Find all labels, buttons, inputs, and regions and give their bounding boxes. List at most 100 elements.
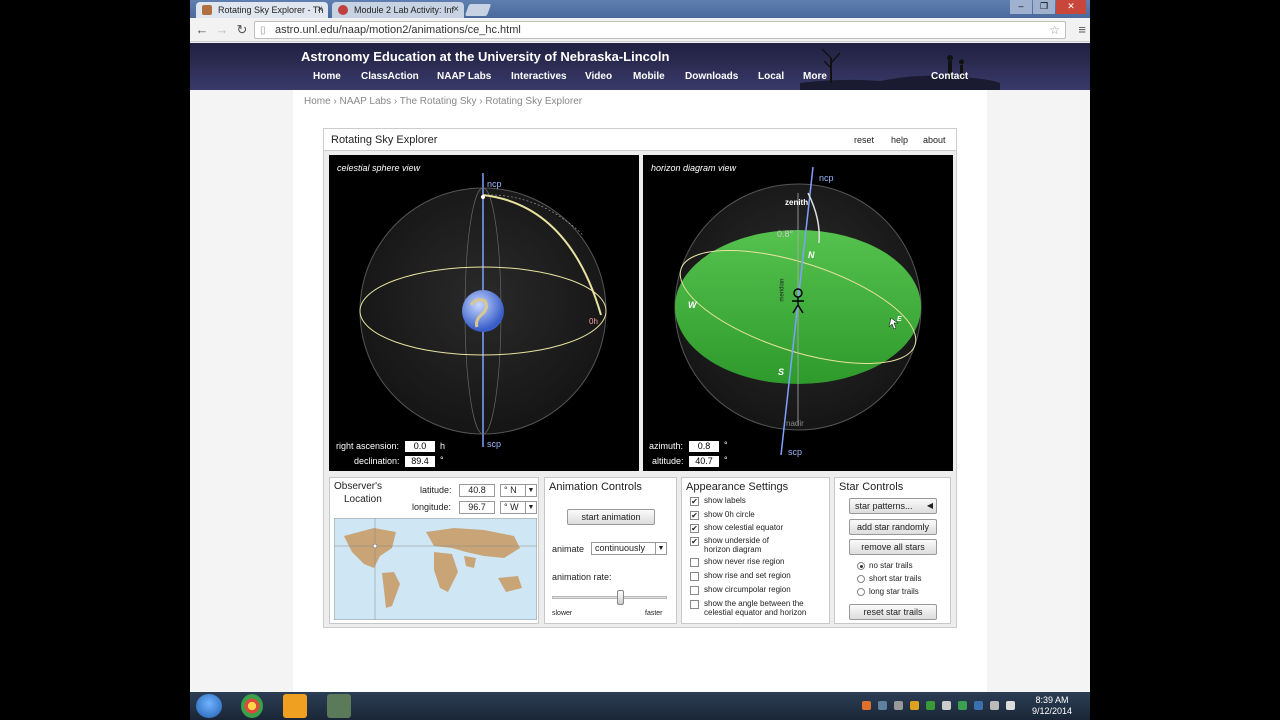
start-animation-button[interactable]: start animation (567, 509, 655, 525)
earth-icon (462, 290, 504, 332)
star-patterns-button[interactable]: star patterns... ◀ (849, 498, 937, 514)
reload-icon[interactable]: ↻ (234, 22, 250, 38)
faster-label: faster (645, 610, 663, 617)
close-tab-icon[interactable]: × (453, 2, 459, 18)
option-checkbox[interactable]: ✔ (690, 497, 699, 506)
option-checkbox[interactable] (690, 586, 699, 595)
option-checkbox[interactable] (690, 600, 699, 609)
option-checkbox[interactable]: ✔ (690, 537, 699, 546)
tray-icon[interactable] (878, 701, 887, 710)
world-map[interactable] (334, 518, 537, 620)
reset-trails-button[interactable]: reset star trails (849, 604, 937, 620)
altitude-label: altitude: (652, 456, 684, 466)
west-label: W (688, 300, 697, 310)
ra-label: right ascension: (336, 441, 400, 451)
clock[interactable]: 8:39 AM 9/12/2014 (1032, 695, 1072, 717)
nav-local[interactable]: Local (758, 71, 784, 82)
taskbar-right (1090, 692, 1280, 720)
animate-mode-select[interactable]: continuously ▼ (591, 542, 667, 555)
option-checkbox[interactable]: ✔ (690, 524, 699, 533)
tab-bar: Rotating Sky Explorer - Th × Module 2 La… (190, 0, 1090, 18)
option-label: show never rise region (704, 557, 785, 566)
network-icon[interactable] (990, 701, 999, 710)
forward-arrow-icon[interactable]: → (214, 22, 230, 38)
celestial-sphere-view[interactable]: celestial sphere view ncp scp 0h right a… (329, 155, 639, 471)
help-link[interactable]: help (891, 135, 908, 145)
trail-radio[interactable] (857, 575, 865, 583)
windows-start-icon[interactable] (196, 694, 222, 718)
nav-more[interactable]: More (803, 71, 827, 82)
remove-stars-button[interactable]: remove all stars (849, 539, 937, 555)
clock-date: 9/12/2014 (1031, 706, 1072, 716)
rate-label: animation rate: (552, 572, 612, 582)
tray-icon[interactable] (910, 701, 919, 710)
celestial-sphere-canvas[interactable] (329, 155, 639, 471)
rate-slider-track[interactable] (552, 590, 667, 605)
outlook-icon[interactable] (283, 694, 307, 718)
nav-home[interactable]: Home (313, 71, 341, 82)
chrome-icon[interactable] (241, 694, 263, 718)
app-icon[interactable] (327, 694, 351, 718)
favicon-icon (338, 5, 348, 15)
option-checkbox[interactable] (690, 572, 699, 581)
window-close-icon[interactable]: ✕ (1056, 0, 1086, 14)
nav-video[interactable]: Video (585, 71, 612, 82)
south-label: S (778, 367, 785, 377)
option-label-line2: celestial equator and horizon (704, 608, 807, 617)
nav-downloads[interactable]: Downloads (685, 71, 738, 82)
option-checkbox[interactable]: ✔ (690, 511, 699, 520)
favicon-icon (202, 5, 212, 15)
tray-icon[interactable] (942, 701, 951, 710)
breadcrumb[interactable]: Home › NAAP Labs › The Rotating Sky › Ro… (304, 96, 582, 107)
reset-link[interactable]: reset (854, 135, 874, 145)
trail-radio[interactable] (857, 588, 865, 596)
bookmark-star-icon[interactable]: ☆ (1049, 22, 1060, 38)
latitude-direction-select[interactable]: ° N ▼ (500, 484, 537, 497)
trail-radio[interactable] (857, 562, 865, 570)
clock-time: 8:39 AM (1035, 695, 1069, 705)
about-link[interactable]: about (923, 135, 946, 145)
nav-classaction[interactable]: ClassAction (361, 71, 419, 82)
option-label: show celestial equator (704, 523, 784, 532)
rate-slider-thumb[interactable] (617, 590, 624, 605)
site-title: Astronomy Education at the University of… (301, 49, 670, 64)
option-checkbox[interactable] (690, 558, 699, 567)
tray-icon[interactable] (974, 701, 983, 710)
trail-label: short star trails (869, 574, 922, 583)
add-star-button[interactable]: add star randomly (849, 519, 937, 535)
new-tab-button[interactable] (464, 4, 492, 16)
horizon-diagram-view[interactable]: horizon diagram view ncp scp zenith nadi… (643, 155, 953, 471)
panel-title-line1: Observer's (334, 481, 383, 492)
close-tab-icon[interactable]: × (317, 2, 323, 18)
tab-rotating-sky[interactable]: Rotating Sky Explorer - Th × (196, 2, 328, 18)
tray-icon[interactable] (958, 701, 967, 710)
back-arrow-icon[interactable]: ← (194, 22, 210, 38)
location-marker-icon[interactable] (372, 543, 378, 549)
minimize-icon[interactable]: – (1010, 0, 1032, 14)
latitude-direction: ° N (504, 485, 517, 495)
tab-module-2[interactable]: Module 2 Lab Activity: Inf × (332, 2, 464, 18)
nav-naap-labs[interactable]: NAAP Labs (437, 71, 491, 82)
address-bar[interactable]: ▯ astro.unl.edu/naap/motion2/animations/… (254, 21, 1066, 39)
tray-icon[interactable] (926, 701, 935, 710)
star-patterns-label: star patterns... (855, 501, 913, 511)
nav-interactives[interactable]: Interactives (511, 71, 567, 82)
longitude-field[interactable]: 96.7 (459, 501, 495, 514)
browser-window: Rotating Sky Explorer - Th × Module 2 La… (190, 0, 1090, 692)
nav-mobile[interactable]: Mobile (633, 71, 665, 82)
tray-icon[interactable] (894, 701, 903, 710)
menu-icon[interactable]: ≡ (1078, 22, 1086, 37)
animate-mode: continuously (595, 543, 646, 553)
longitude-direction-select[interactable]: ° W ▼ (500, 501, 537, 514)
ncp-label: ncp (487, 179, 502, 189)
zero-h-label: 0h (589, 317, 598, 326)
tray-icon[interactable] (862, 701, 871, 710)
taskbar-left (0, 692, 190, 720)
nav-contact[interactable]: Contact (931, 71, 968, 82)
panel-title: Animation Controls (549, 481, 642, 493)
volume-icon[interactable] (1006, 701, 1015, 710)
chevron-down-icon: ▼ (525, 485, 536, 496)
panel-title: Appearance Settings (686, 481, 789, 493)
maximize-icon[interactable]: ❐ (1033, 0, 1055, 14)
latitude-field[interactable]: 40.8 (459, 484, 495, 497)
